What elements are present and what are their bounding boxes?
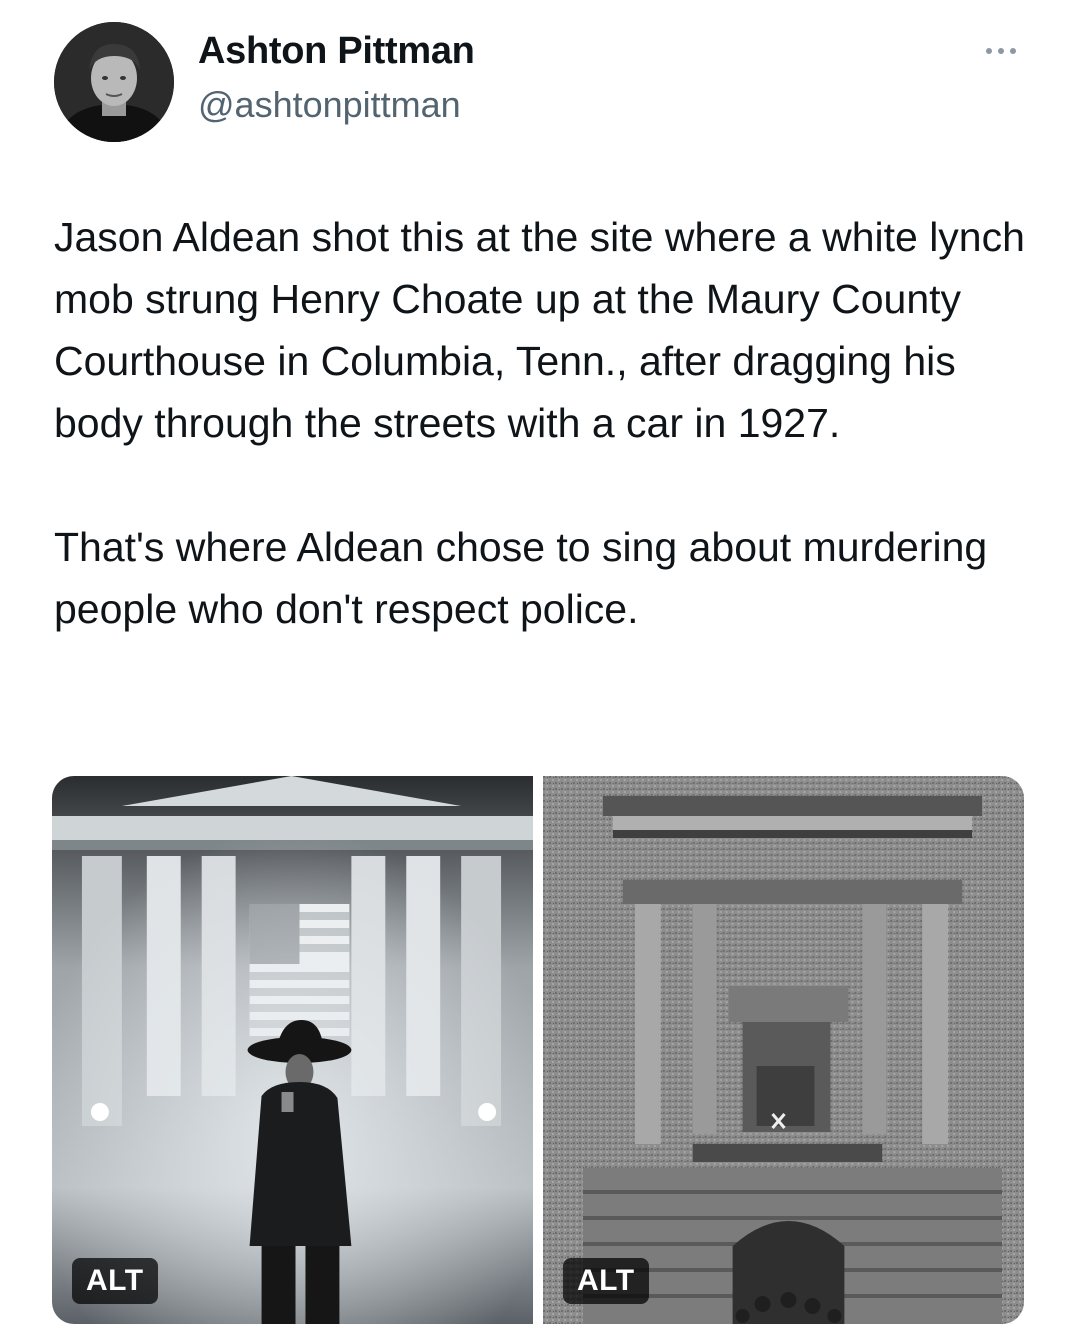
tweet: Ashton Pittman @ashtonpittman Jason Alde… <box>0 0 1080 1342</box>
avatar[interactable] <box>54 22 174 142</box>
concert-photo <box>52 776 533 1324</box>
author-handle[interactable]: @ashtonpittman <box>198 84 461 126</box>
ellipsis-icon <box>998 48 1004 54</box>
historical-photo <box>543 776 1024 1324</box>
alt-text-badge[interactable]: ALT <box>563 1258 649 1304</box>
media-photo-concert[interactable]: ALT <box>52 776 533 1324</box>
author-display-name[interactable]: Ashton Pittman <box>198 30 475 73</box>
ellipsis-icon <box>986 48 992 54</box>
tweet-paragraph: Jason Aldean shot this at the site where… <box>54 214 1025 446</box>
tweet-paragraph: That's where Aldean chose to sing about … <box>54 524 988 632</box>
ellipsis-icon <box>1010 48 1016 54</box>
more-options-button[interactable] <box>976 36 1026 66</box>
media-photo-historical[interactable]: ALT <box>543 776 1024 1324</box>
tweet-text: Jason Aldean shot this at the site where… <box>54 206 1044 640</box>
media-grid: ALT ALT <box>52 776 1024 1324</box>
avatar-photo <box>54 22 174 142</box>
alt-text-badge[interactable]: ALT <box>72 1258 158 1304</box>
